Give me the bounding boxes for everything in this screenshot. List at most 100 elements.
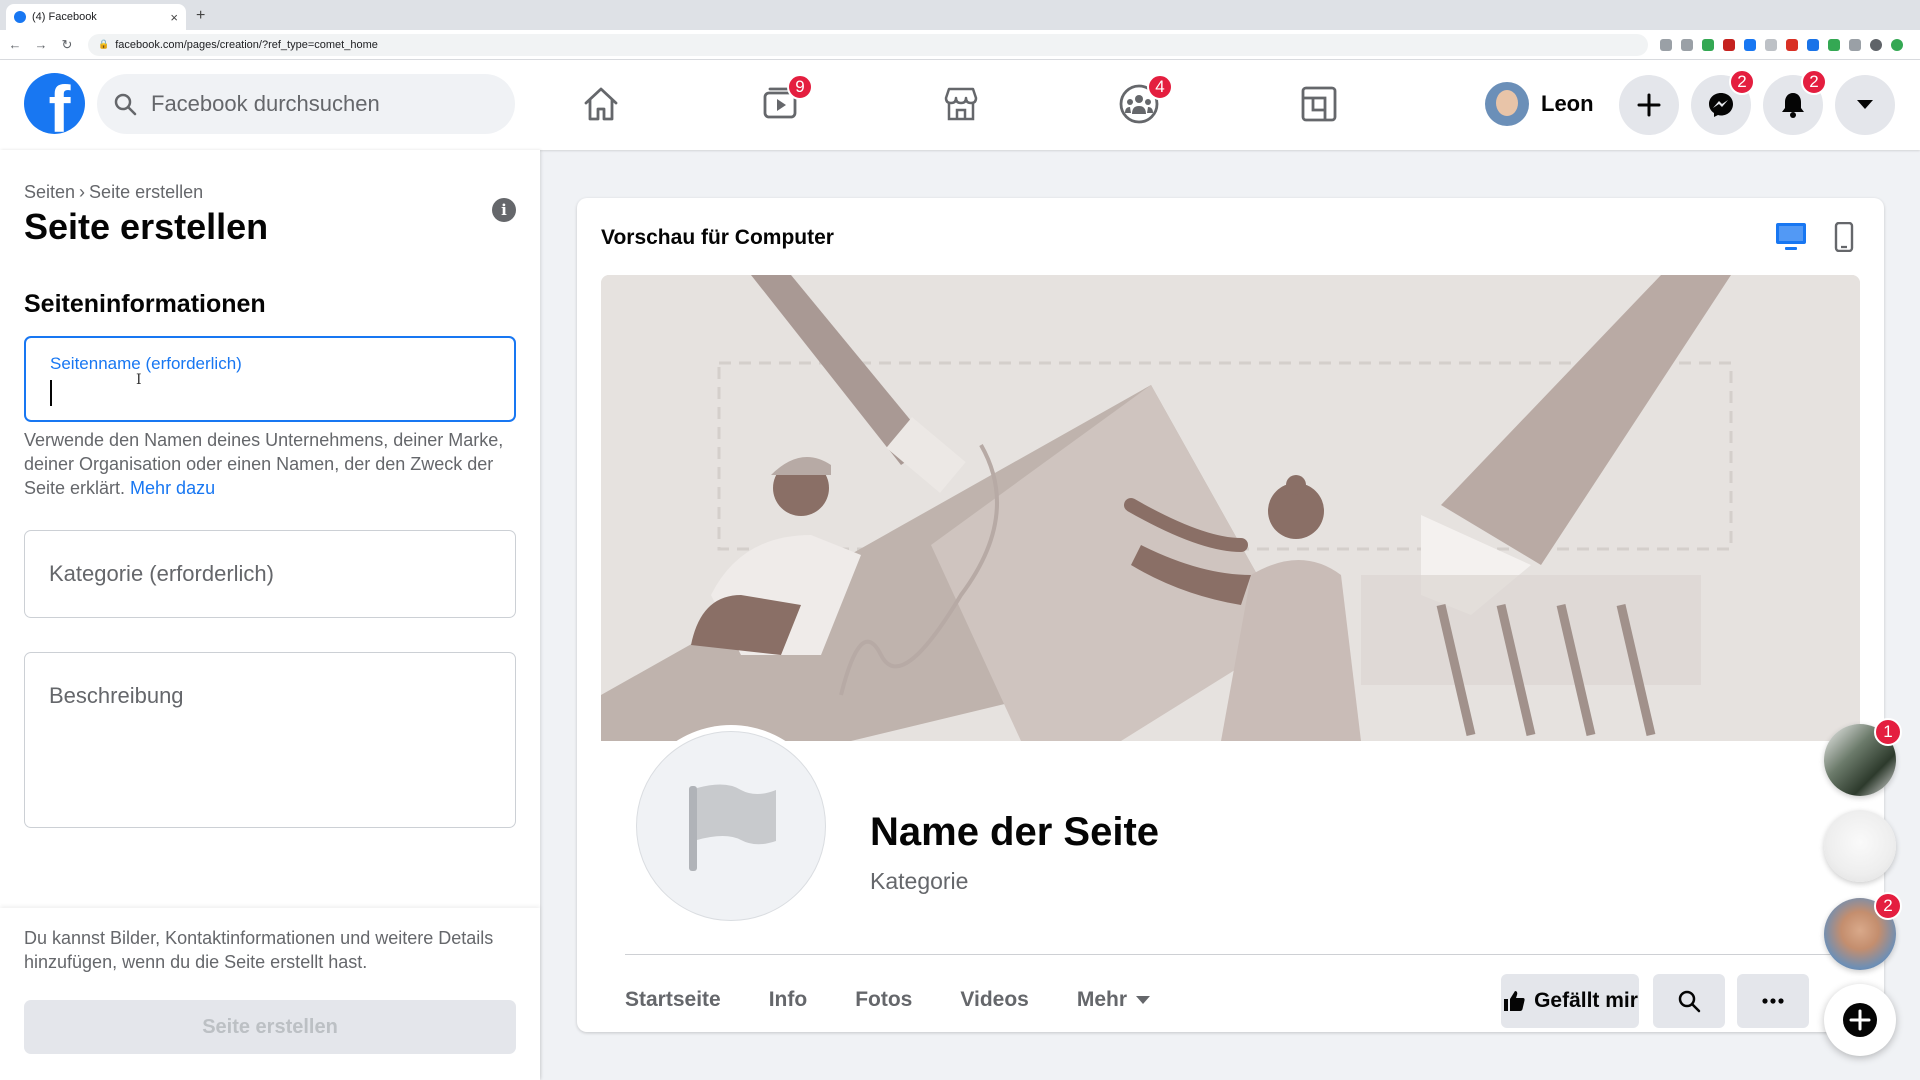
gaming-icon — [1301, 86, 1337, 122]
sidebar-footer: Du kannst Bilder, Kontaktinformationen u… — [0, 908, 540, 1080]
preview-divider — [625, 954, 1835, 955]
facebook-logo[interactable]: f — [24, 73, 85, 134]
extension-icon[interactable] — [1828, 38, 1840, 51]
extensions-area — [1660, 38, 1903, 51]
text-caret — [50, 380, 52, 406]
nav-watch-button[interactable]: 9 — [757, 74, 813, 128]
info-icon[interactable]: i — [492, 198, 516, 222]
search-input[interactable]: Facebook durchsuchen — [97, 74, 515, 134]
text-cursor-icon: I — [136, 372, 142, 388]
tab-title: (4) Facebook — [32, 11, 97, 23]
address-bar-row: ← → ↻ 🔒 facebook.com/pages/creation/?ref… — [0, 30, 1920, 60]
preview-category: Kategorie — [870, 868, 969, 894]
reload-icon[interactable]: ↻ — [56, 37, 78, 53]
page-preview-card: Vorschau für Computer Name der Seite Kat… — [577, 198, 1884, 1032]
star-icon[interactable] — [1681, 38, 1693, 51]
description-field[interactable]: Beschreibung — [24, 652, 516, 828]
mobile-preview-button[interactable] — [1834, 221, 1854, 257]
like-button[interactable]: Gefällt mir — [1501, 974, 1639, 1028]
avatar — [1824, 810, 1896, 882]
caret-down-icon — [1857, 100, 1873, 109]
tab-close-icon[interactable]: × — [170, 10, 178, 25]
watch-badge: 9 — [787, 74, 813, 100]
extension-icon[interactable] — [1702, 38, 1714, 51]
page-name-field[interactable]: Seitenname (erforderlich) I — [24, 336, 516, 422]
chat-head-badge: 2 — [1874, 892, 1902, 920]
description-placeholder: Beschreibung — [49, 683, 184, 708]
nav-home-button[interactable] — [577, 80, 625, 128]
tab-videos[interactable]: Videos — [960, 988, 1028, 1012]
nav-marketplace-button[interactable] — [937, 80, 985, 128]
create-page-sidebar: Seiten › Seite erstellen Seite erstellen i… — [0, 150, 540, 1080]
preview-search-button[interactable] — [1653, 974, 1725, 1028]
extension-icon[interactable] — [1765, 38, 1777, 51]
search-icon — [1678, 990, 1701, 1013]
new-tab-button[interactable]: + — [196, 7, 205, 25]
plus-icon — [1637, 93, 1661, 117]
browser-profile-icon[interactable] — [1870, 38, 1882, 51]
cover-photo-illustration — [601, 275, 1860, 741]
new-message-button[interactable] — [1824, 984, 1896, 1056]
thumbs-up-icon — [1504, 991, 1525, 1011]
messenger-icon — [1709, 93, 1733, 117]
desktop-icon — [1776, 223, 1806, 250]
browser-tab[interactable]: (4) Facebook × — [6, 4, 186, 30]
tab-fotos[interactable]: Fotos — [855, 988, 912, 1012]
search-placeholder: Facebook durchsuchen — [151, 91, 380, 116]
tab-startseite[interactable]: Startseite — [625, 988, 721, 1012]
category-placeholder: Kategorie (erforderlich) — [49, 561, 274, 586]
lock-icon: 🔒 — [98, 39, 110, 49]
profile-picture-placeholder — [630, 725, 832, 927]
home-icon — [584, 87, 618, 121]
page-title: Seite erstellen — [24, 206, 269, 247]
search-icon — [114, 93, 137, 116]
messenger-badge: 2 — [1729, 69, 1755, 95]
extension-icon[interactable] — [1723, 38, 1735, 51]
notifications-badge: 2 — [1801, 69, 1827, 95]
desktop-preview-button[interactable] — [1775, 222, 1807, 257]
breadcrumb-current: Seite erstellen — [89, 182, 204, 202]
footer-text: Du kannst Bilder, Kontaktinformationen u… — [24, 928, 494, 972]
preview-page-name: Name der Seite — [870, 810, 1160, 854]
more-dots-icon — [1762, 998, 1784, 1004]
section-title: Seiteninformationen — [24, 290, 266, 318]
extension-icon[interactable] — [1786, 38, 1798, 51]
extension-icon[interactable] — [1891, 38, 1903, 51]
extension-icon[interactable] — [1849, 38, 1861, 51]
groups-badge: 4 — [1147, 74, 1173, 100]
page-name-label: Seitenname (erforderlich) — [50, 354, 242, 373]
tab-more[interactable]: Mehr — [1077, 988, 1151, 1012]
create-page-button[interactable]: Seite erstellen — [24, 1000, 516, 1054]
messenger-button[interactable]: 2 — [1691, 69, 1755, 135]
facebook-favicon-icon — [14, 11, 26, 23]
chat-head-badge: 1 — [1874, 718, 1902, 746]
nav-gaming-button[interactable] — [1295, 80, 1343, 128]
breadcrumb-separator: › — [79, 182, 86, 202]
preview-tabs: Startseite Info Fotos Videos Mehr — [625, 988, 1151, 1012]
preview-more-button[interactable] — [1737, 974, 1809, 1028]
breadcrumb: Seiten › Seite erstellen — [24, 182, 203, 203]
zoom-icon[interactable] — [1660, 38, 1672, 51]
back-icon[interactable]: ← — [4, 37, 26, 52]
url-field[interactable]: 🔒 facebook.com/pages/creation/?ref_type=… — [88, 33, 1648, 56]
notifications-button[interactable]: 2 — [1763, 69, 1827, 135]
extension-icon[interactable] — [1744, 38, 1756, 51]
chat-head-2[interactable] — [1824, 810, 1896, 882]
breadcrumb-parent-link[interactable]: Seiten — [24, 182, 75, 202]
forward-icon[interactable]: → — [30, 37, 52, 52]
cover-illustration-graphic — [601, 275, 1860, 741]
extension-icon[interactable] — [1807, 38, 1819, 51]
chat-head-1[interactable]: 1 — [1824, 718, 1902, 796]
learn-more-link[interactable]: Mehr dazu — [130, 478, 215, 498]
create-menu-button[interactable] — [1619, 75, 1679, 135]
profile-button[interactable]: Leon — [1485, 80, 1594, 128]
nav-groups-button[interactable]: 4 — [1115, 74, 1173, 128]
category-field[interactable]: Kategorie (erforderlich) — [24, 530, 516, 618]
tab-info[interactable]: Info — [769, 988, 807, 1012]
account-menu-button[interactable] — [1835, 75, 1895, 135]
preview-title: Vorschau für Computer — [601, 226, 834, 249]
bell-icon — [1782, 93, 1804, 118]
chat-head-3[interactable]: 2 — [1824, 892, 1902, 970]
avatar — [1485, 82, 1529, 126]
facebook-header: f Facebook durchsuchen 9 4 Leon 2 2 — [0, 60, 1920, 150]
